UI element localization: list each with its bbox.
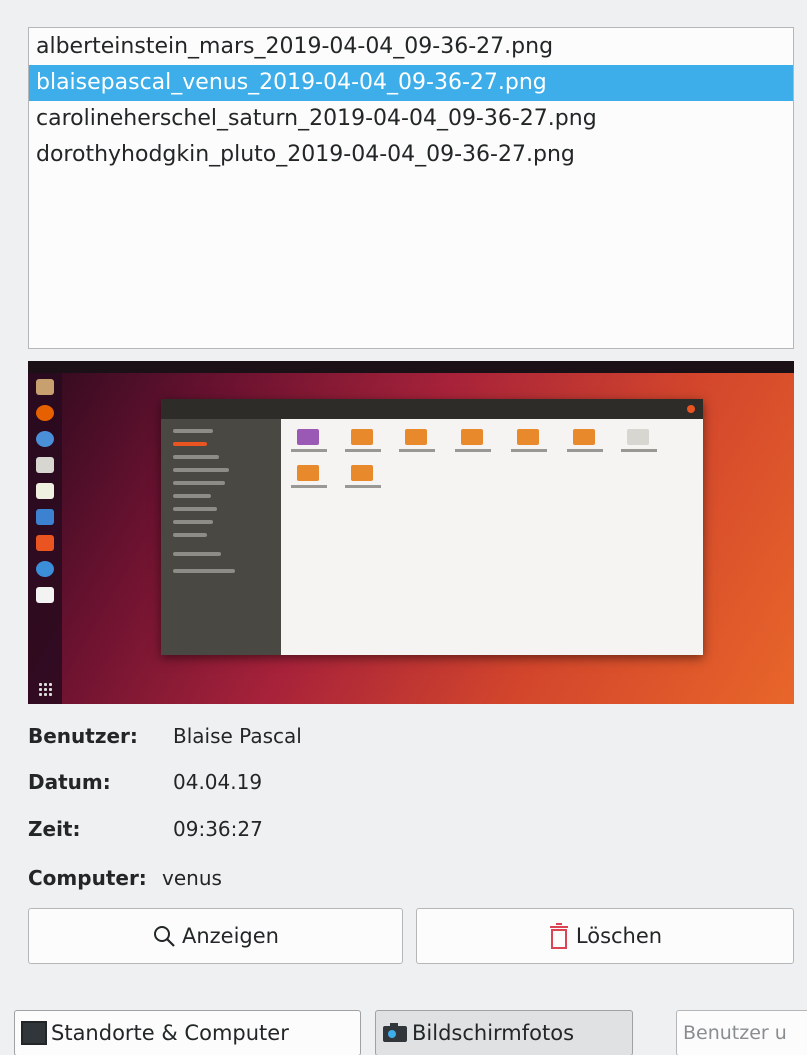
file-list-item[interactable]: alberteinstein_mars_2019-04-04_09-36-27.…: [29, 29, 793, 65]
file-list-item[interactable]: blaisepascal_venus_2019-04-04_09-36-27.p…: [29, 65, 793, 101]
locations-tab-label: Standorte & Computer: [51, 1021, 289, 1045]
time-value: 09:36:27: [173, 817, 263, 841]
trash-icon: [548, 923, 570, 949]
screenshot-file-list[interactable]: alberteinstein_mars_2019-04-04_09-36-27.…: [28, 27, 794, 349]
show-button[interactable]: Anzeigen: [28, 908, 403, 964]
date-row: Datum: 04.04.19: [28, 766, 262, 798]
preview-file-manager-window: [161, 399, 703, 655]
screenshot-preview-image: [28, 361, 794, 704]
preview-dock: [28, 373, 62, 704]
date-label: Datum:: [28, 770, 111, 794]
time-row: Zeit: 09:36:27: [28, 813, 263, 845]
user-search-input[interactable]: [676, 1010, 807, 1055]
user-value: Blaise Pascal: [173, 724, 302, 748]
file-list-item[interactable]: dorothyhodgkin_pluto_2019-04-04_09-36-27…: [29, 137, 793, 173]
date-value: 04.04.19: [173, 770, 263, 794]
screenshots-tab[interactable]: Bildschirmfotos: [375, 1010, 633, 1055]
file-list-item[interactable]: carolineherschel_saturn_2019-04-04_09-36…: [29, 101, 793, 137]
computer-label: Computer:: [28, 866, 147, 890]
computer-row: Computer: venus: [28, 862, 222, 894]
delete-button-label: Löschen: [575, 924, 663, 948]
user-label: Benutzer:: [28, 724, 138, 748]
camera-icon: [382, 1023, 408, 1043]
locations-tab[interactable]: Standorte & Computer: [14, 1010, 361, 1055]
show-button-label: Anzeigen: [181, 924, 279, 948]
monitor-icon: [21, 1021, 47, 1045]
preview-top-bar: [28, 361, 794, 373]
user-row: Benutzer: Blaise Pascal: [28, 720, 302, 752]
time-label: Zeit:: [28, 817, 81, 841]
screenshots-tab-label: Bildschirmfotos: [412, 1021, 575, 1045]
delete-button[interactable]: Löschen: [416, 908, 794, 964]
magnifier-icon: [152, 924, 176, 948]
computer-value: venus: [162, 866, 222, 890]
